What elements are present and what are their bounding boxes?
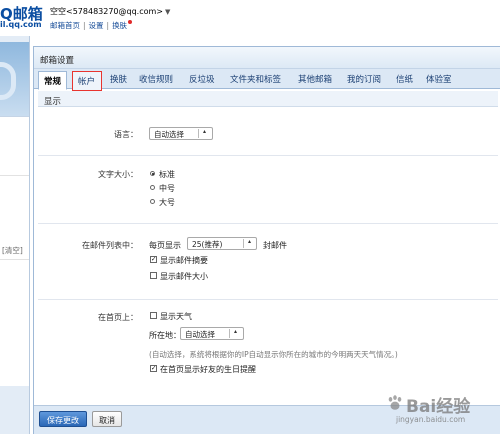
section-header: 显示	[38, 91, 498, 107]
save-button[interactable]: 保存更改	[39, 411, 87, 427]
change-skin-link[interactable]: 换肤	[112, 21, 127, 30]
section-title: 显示	[44, 97, 62, 107]
font-size-medium-label: 中号	[159, 184, 175, 193]
per-page-select-value: 25(推荐)	[192, 240, 223, 249]
show-summary-label: 显示邮件摘要	[160, 256, 208, 265]
updown-arrow-icon: ▴	[234, 328, 238, 335]
mailbox-home-link[interactable]: 邮箱首页	[50, 21, 80, 30]
notification-dot-icon	[128, 20, 133, 24]
chevron-down-icon[interactable]: ▼	[165, 8, 170, 16]
per-page-suffix: 封邮件	[263, 241, 287, 250]
font-size-standard-label: 标准	[159, 170, 175, 179]
tab-anti-spam[interactable]: 反垃圾	[189, 73, 215, 85]
location-label: 所在地：	[149, 331, 181, 340]
tab-other-mailboxes[interactable]: 其他邮箱	[298, 73, 332, 85]
sidebar-banner	[0, 42, 29, 116]
settings-link[interactable]: 设置	[89, 21, 104, 30]
watermark: Bai经验 jingyan.baidu.com	[384, 388, 496, 428]
per-page-prefix: 每页显示	[149, 241, 181, 250]
sidebar-divider	[0, 175, 29, 176]
mail-list-label: 在邮件列表中：	[82, 241, 138, 250]
tab-subscriptions[interactable]: 我的订阅	[347, 73, 381, 85]
location-note: (自动选择，系统将根据你的IP自动显示你所在的城市的今明两天天气情况。)	[149, 350, 398, 359]
top-links: 邮箱首页 | 设置 | 换肤	[50, 20, 133, 31]
font-size-medium-radio[interactable]	[150, 185, 155, 190]
top-header: Q邮箱 il.qq.com 空空<578483270@qq.com> ▼ 邮箱首页…	[0, 0, 500, 36]
tab-stationery[interactable]: 信纸	[396, 73, 413, 85]
language-select-value: 自动选择	[154, 130, 184, 139]
user-email: <578483270@qq.com>	[66, 7, 163, 16]
birthday-reminder-label: 在首页显示好友的生日提醒	[160, 365, 256, 374]
clear-trash-link[interactable]: [清空]	[2, 245, 23, 256]
show-weather-checkbox[interactable]	[150, 312, 157, 319]
home-page-label: 在首页上：	[98, 313, 138, 322]
per-page-select[interactable]: 25(推荐) ▴	[187, 237, 257, 250]
logo-domain: il.qq.com	[0, 20, 42, 29]
language-label: 语言：	[114, 130, 138, 139]
tab-account[interactable]: 帐户	[72, 71, 102, 91]
tab-lab[interactable]: 体验室	[426, 73, 452, 85]
updown-arrow-icon: ▴	[203, 128, 207, 135]
left-sidebar: [清空]	[0, 36, 30, 434]
select-separator	[229, 329, 230, 338]
tab-general[interactable]: 常规	[38, 71, 68, 90]
row-divider	[38, 299, 498, 300]
select-separator	[198, 129, 199, 138]
row-divider	[38, 223, 498, 224]
sidebar-divider	[0, 259, 29, 260]
location-select-value: 自动选择	[185, 330, 215, 339]
updown-arrow-icon: ▴	[248, 238, 252, 245]
panel-title-bar: 邮箱设置	[34, 47, 500, 69]
tab-skin[interactable]: 换肤	[110, 73, 127, 85]
link-separator: |	[83, 21, 86, 30]
location-select[interactable]: 自动选择 ▴	[180, 327, 244, 340]
sidebar-decoration-icon	[0, 62, 16, 100]
show-summary-checkbox[interactable]: ✓	[150, 256, 157, 263]
show-size-checkbox[interactable]	[150, 272, 157, 279]
watermark-text: Bai经验	[406, 397, 471, 417]
select-separator	[243, 239, 244, 248]
language-select[interactable]: 自动选择 ▴	[149, 127, 213, 140]
font-size-large-label: 大号	[159, 198, 175, 207]
font-size-label: 文字大小：	[98, 170, 138, 179]
show-size-label: 显示邮件大小	[160, 272, 208, 281]
row-divider	[38, 155, 498, 156]
account-info[interactable]: 空空<578483270@qq.com> ▼	[50, 6, 170, 17]
settings-panel: 邮箱设置 常规 帐户 换肤 收信规则 反垃圾 文件夹和标签 其他邮箱 我的订阅 …	[33, 46, 500, 434]
font-size-standard-radio[interactable]	[150, 171, 155, 176]
cancel-button[interactable]: 取消	[92, 411, 122, 427]
link-separator: |	[106, 21, 110, 30]
birthday-reminder-checkbox[interactable]: ✓	[150, 365, 157, 372]
settings-tabs: 常规 帐户 换肤 收信规则 反垃圾 文件夹和标签 其他邮箱 我的订阅 信纸 体验…	[34, 69, 500, 91]
watermark-url: jingyan.baidu.com	[396, 415, 466, 424]
tab-mail-rules[interactable]: 收信规则	[139, 73, 173, 85]
tab-folders-labels[interactable]: 文件夹和标签	[230, 73, 281, 85]
user-display-name: 空空	[50, 7, 66, 16]
page-title: 邮箱设置	[40, 56, 75, 66]
font-size-large-radio[interactable]	[150, 199, 155, 204]
paw-icon	[388, 395, 402, 410]
show-weather-label: 显示天气	[160, 312, 192, 321]
